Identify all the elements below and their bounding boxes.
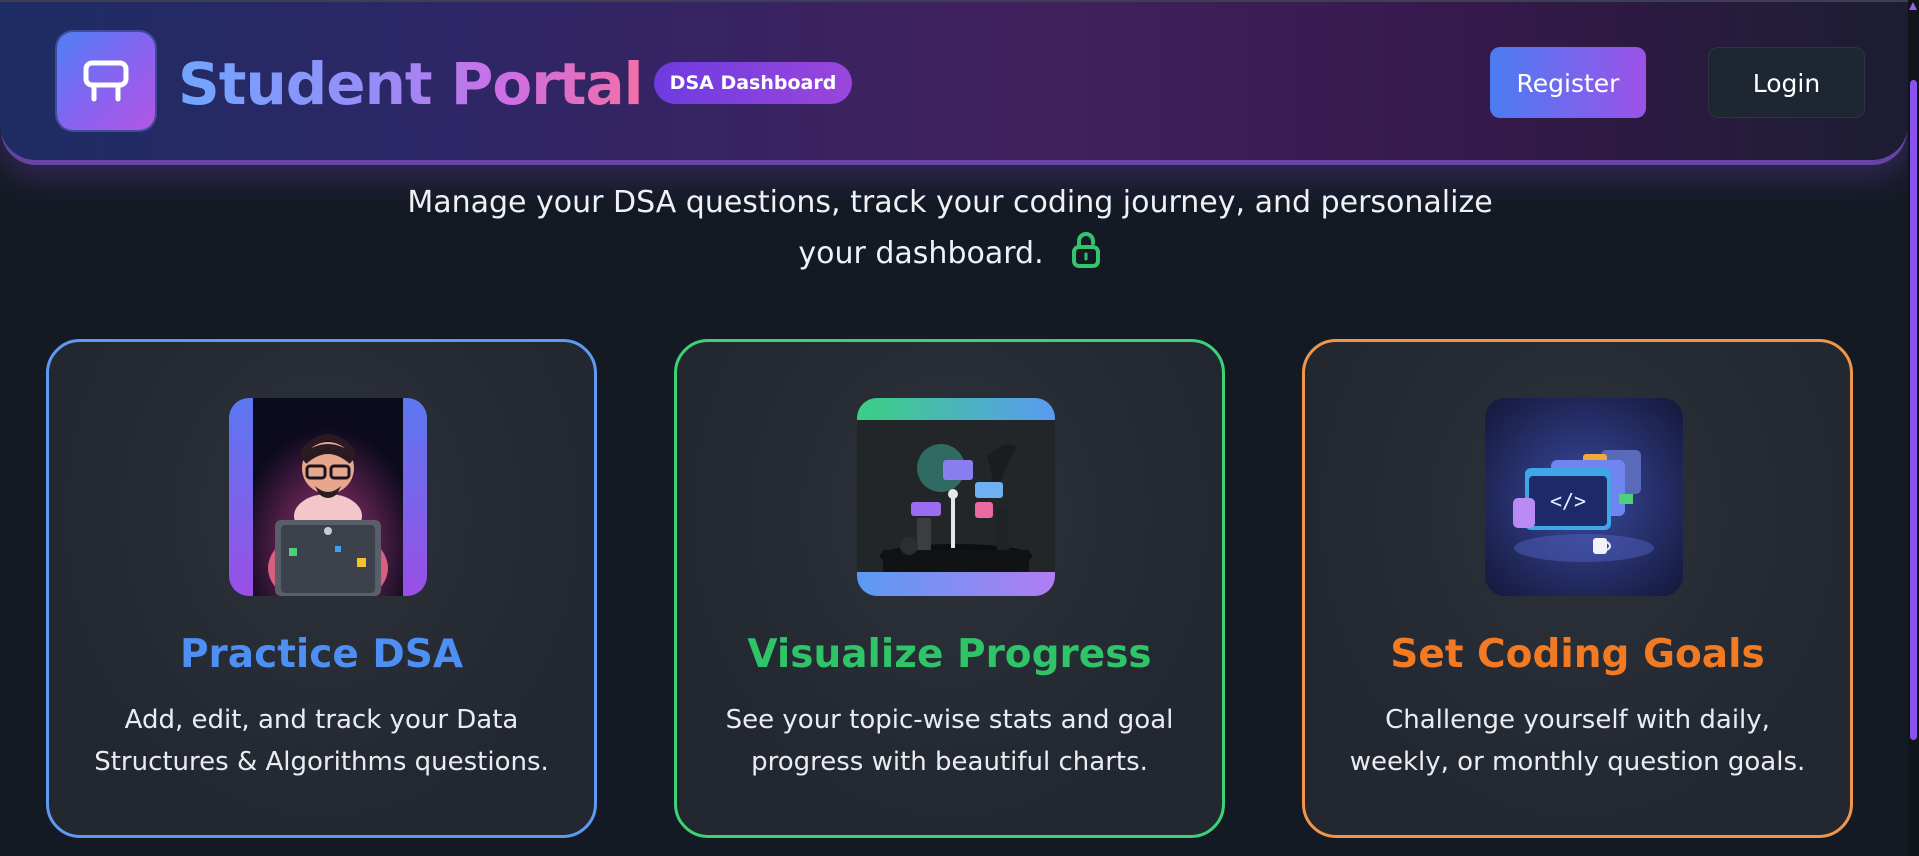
portal-logo-icon [83, 60, 129, 102]
brand-title: Student Portal [178, 44, 644, 124]
app-logo[interactable] [57, 32, 155, 130]
login-button[interactable]: Login [1708, 47, 1865, 118]
code-windows-illustration: </> [1485, 398, 1683, 596]
scrollbar-thumb[interactable] [1910, 80, 1917, 740]
feature-card-title: Set Coding Goals [1390, 632, 1765, 677]
svg-text:</>: </> [1550, 489, 1586, 513]
feature-card-title: Visualize Progress [747, 632, 1152, 677]
feature-card-title: Practice DSA [179, 632, 464, 677]
feature-card-set-coding-goals[interactable]: </> Set Coding Goals Challenge yourself … [1302, 339, 1853, 838]
dsa-dashboard-badge: DSA Dashboard [654, 62, 852, 104]
top-navbar: Student Portal DSA Dashboard Register Lo… [0, 2, 1908, 160]
page-scrollbar[interactable] [1908, 0, 1919, 856]
scroll-up-arrow-icon[interactable] [1909, 2, 1917, 10]
feature-card-description: Add, edit, and track your Data Structure… [94, 705, 549, 777]
hero-tagline-text: Manage your DSA questions, track your co… [407, 185, 1493, 271]
feature-card-description: Challenge yourself with daily, weekly, o… [1349, 705, 1806, 777]
coder-with-laptop-illustration [229, 398, 427, 596]
charts-dashboard-illustration [857, 398, 1055, 596]
feature-card-practice-dsa[interactable]: Practice DSA Add, edit, and track your D… [46, 339, 597, 838]
lock-icon [1070, 229, 1102, 284]
feature-card-description: See your topic-wise stats and goal progr… [725, 705, 1174, 777]
feature-card-visualize-progress[interactable]: Visualize Progress See your topic-wise s… [674, 339, 1225, 838]
register-button[interactable]: Register [1490, 47, 1646, 118]
hero-tagline: Manage your DSA questions, track your co… [380, 178, 1520, 282]
